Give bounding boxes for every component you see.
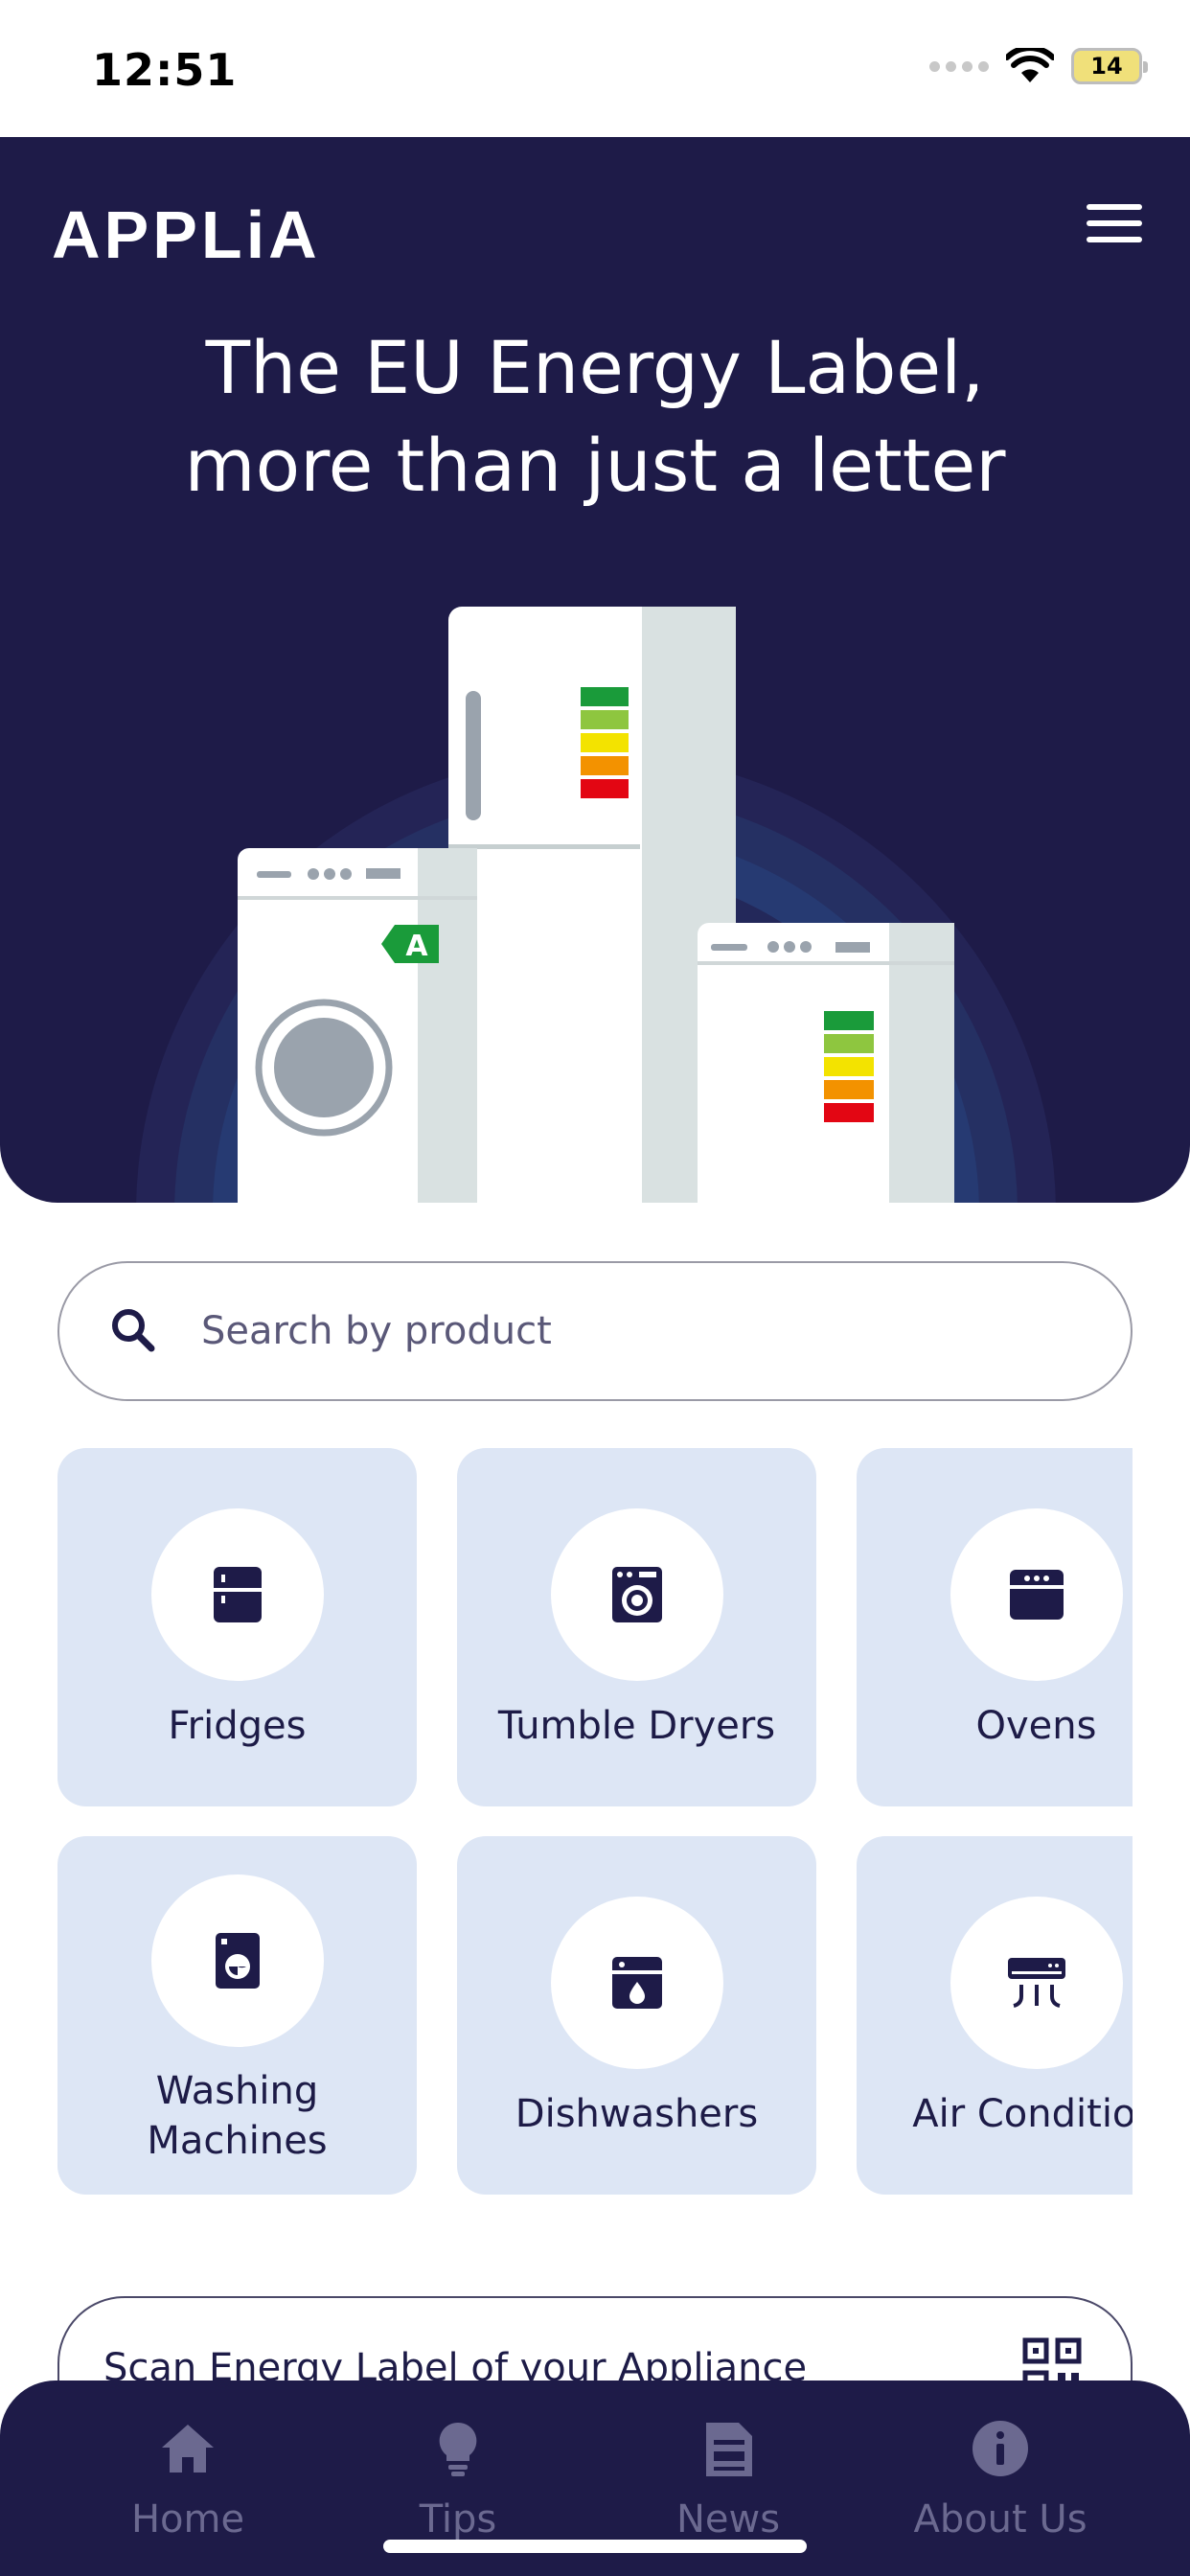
tab-home[interactable]: Home [44,2419,332,2542]
tab-label: Home [130,2497,245,2542]
tab-label: Tips [419,2497,497,2542]
battery-icon: 14 [1071,48,1148,84]
fridge-icon [151,1508,324,1681]
category-label-line1: Washing [155,2069,319,2113]
hero-title-line1: The EU Energy Label, [205,325,985,410]
applia-logo[interactable]: APPLiA [52,196,321,273]
tab-label: About Us [913,2497,1087,2542]
category-label: Ovens [975,1704,1097,1748]
category-label: Air Condition [912,2092,1133,2136]
category-card-tumble-dryers[interactable]: Tumble Dryers [457,1448,816,1806]
search-input[interactable] [201,1309,1064,1353]
category-card-air-conditioners[interactable]: Air Condition [857,1836,1133,2195]
category-label-line2: Machines [147,2119,328,2163]
tab-label: News [675,2497,781,2542]
category-card-washing-machines[interactable]: Washing Machines [57,1836,417,2195]
status-indicators: 14 [929,48,1148,84]
air-conditioner-icon [950,1897,1123,2069]
status-bar: 12:51 14 [0,0,1190,137]
dishwasher-illustration [698,923,954,1203]
lightbulb-icon [439,2422,477,2476]
appliances-illustration: A [136,607,1056,1203]
oven-icon [950,1508,1123,1681]
dishwasher-icon [551,1897,723,2069]
category-label: Fridges [168,1704,307,1748]
hero-title-line2: more than just a letter [184,423,1006,508]
category-card-fridges[interactable]: Fridges [57,1448,417,1806]
info-icon [973,2421,1028,2476]
energy-badge-letter: A [405,930,428,963]
tumble-dryer-icon [551,1508,723,1681]
washing-machine-illustration: A [238,848,477,1203]
home-indicator [383,2540,807,2553]
news-icon [706,2423,752,2476]
home-icon [162,2425,214,2472]
tab-about-us[interactable]: About Us [857,2419,1144,2542]
cellular-signal-icon [929,60,989,72]
status-time: 12:51 [92,44,238,96]
hero-title: The EU Energy Label, more than just a le… [0,319,1190,515]
tab-tips[interactable]: Tips [314,2419,602,2542]
category-card-ovens[interactable]: Ovens [857,1448,1133,1806]
category-label-multiline: Washing Machines [57,2066,417,2166]
washing-machine-icon [151,1874,324,2047]
hero-banner: APPLiA The EU Energy Label, more than ju… [0,137,1190,1203]
category-label: Dishwashers [515,2092,759,2136]
tab-news[interactable]: News [584,2419,872,2542]
category-card-dishwashers[interactable]: Dishwashers [457,1836,816,2195]
battery-level: 14 [1090,53,1123,80]
search-icon [112,1309,155,1352]
search-bar[interactable] [57,1261,1133,1401]
fridge-illustration [448,607,736,1203]
category-label: Tumble Dryers [497,1704,776,1748]
category-grid: Fridges Tumble Dryers Ovens Washing Mach… [57,1448,1133,2196]
hamburger-menu-button[interactable] [1087,204,1142,242]
wifi-icon [1006,48,1054,82]
